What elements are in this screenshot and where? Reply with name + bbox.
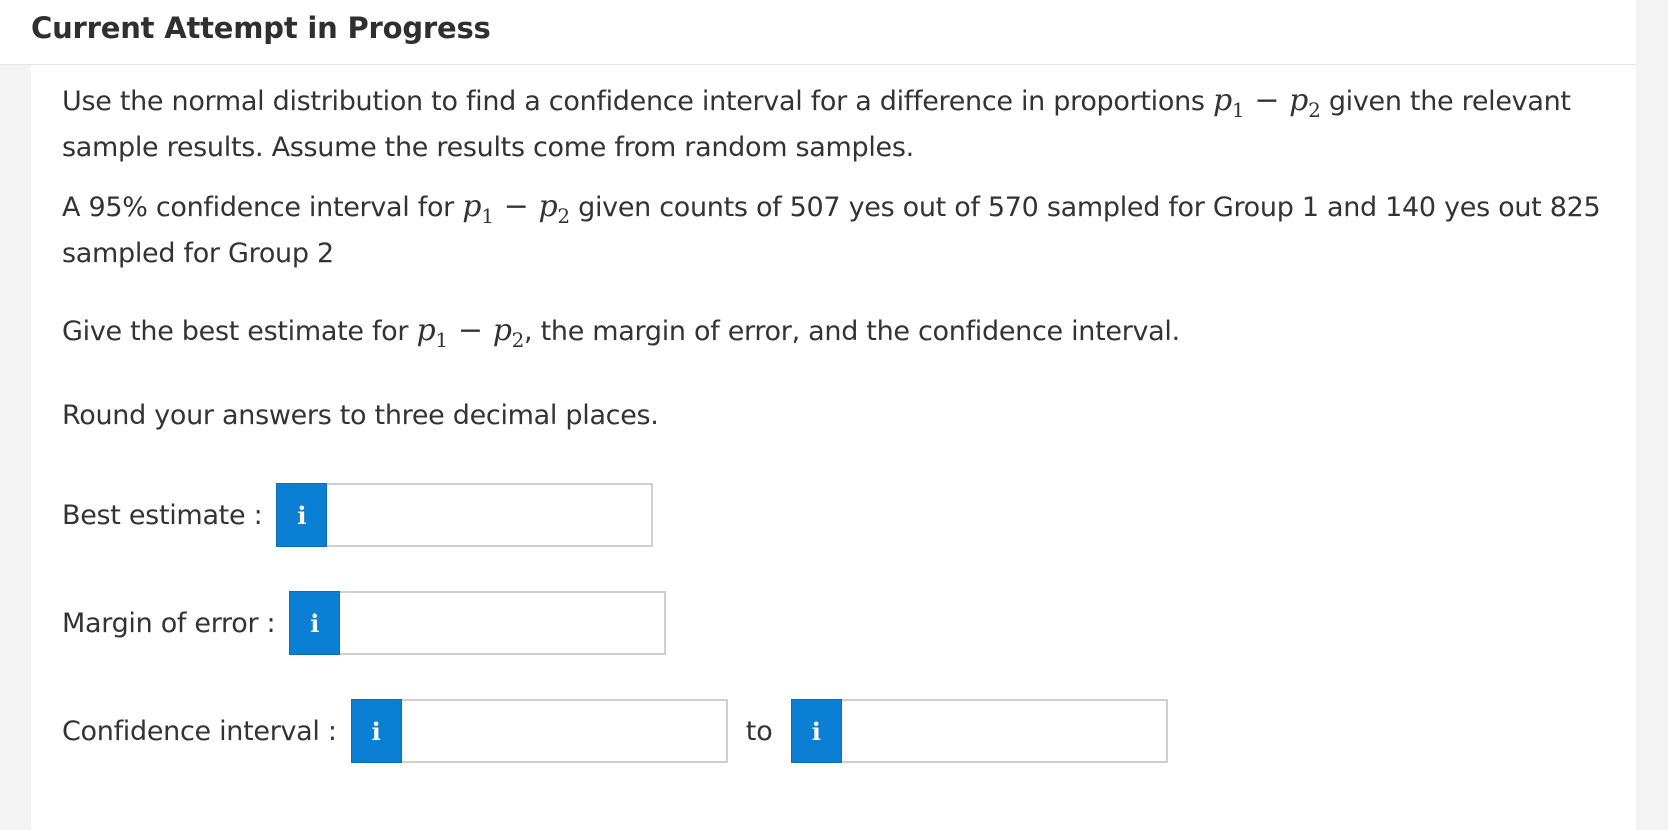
ci-lower-info-button[interactable]: i <box>350 699 402 763</box>
question-ask-text-1: Give the best estimate for <box>62 316 409 347</box>
info-icon: i <box>371 716 381 746</box>
margin-of-error-info-button[interactable]: i <box>289 591 341 655</box>
best-estimate-row: Best estimate : i <box>62 483 654 547</box>
p1-minus-p2-formula: p1− p2 <box>462 189 570 228</box>
rounding-instruction: Round your answers to three decimal plac… <box>62 400 659 431</box>
question-panel: Use the normal distribution to find a co… <box>31 65 1636 830</box>
attempt-status-title: Current Attempt in Progress <box>31 11 491 45</box>
best-estimate-info-button[interactable]: i <box>276 483 328 547</box>
question-ask: Give the best estimate for p1− p2, the ma… <box>62 308 1622 355</box>
info-icon: i <box>297 500 307 530</box>
ci-upper-info-button[interactable]: i <box>790 699 842 763</box>
best-estimate-label: Best estimate : <box>62 499 263 531</box>
confidence-interval-label: Confidence interval : <box>62 715 337 747</box>
question-ask-text-2: , the margin of error, and the confidenc… <box>524 316 1180 347</box>
attempt-header: Current Attempt in Progress <box>0 0 1636 65</box>
confidence-interval-row: Confidence interval : i to i <box>62 699 1168 763</box>
question-detail: A 95% confidence interval for p1− p2 give… <box>62 184 1622 277</box>
info-icon: i <box>310 608 320 638</box>
ci-upper-input[interactable] <box>841 699 1168 763</box>
best-estimate-input[interactable] <box>327 483 654 547</box>
margin-of-error-input[interactable] <box>340 591 667 655</box>
ci-lower-input[interactable] <box>401 699 728 763</box>
p1-minus-p2-formula: p1− p2 <box>1212 83 1321 122</box>
info-icon: i <box>811 716 821 746</box>
question-detail-text-1: A 95% confidence interval for <box>62 192 454 223</box>
margin-of-error-row: Margin of error : i <box>62 591 667 655</box>
margin-of-error-label: Margin of error : <box>62 607 276 639</box>
question-intro-text-1: Use the normal distribution to find a co… <box>62 86 1205 117</box>
question-intro: Use the normal distribution to find a co… <box>62 78 1622 171</box>
interval-to-label: to <box>745 715 773 747</box>
p1-minus-p2-formula: p1− p2 <box>416 313 525 352</box>
